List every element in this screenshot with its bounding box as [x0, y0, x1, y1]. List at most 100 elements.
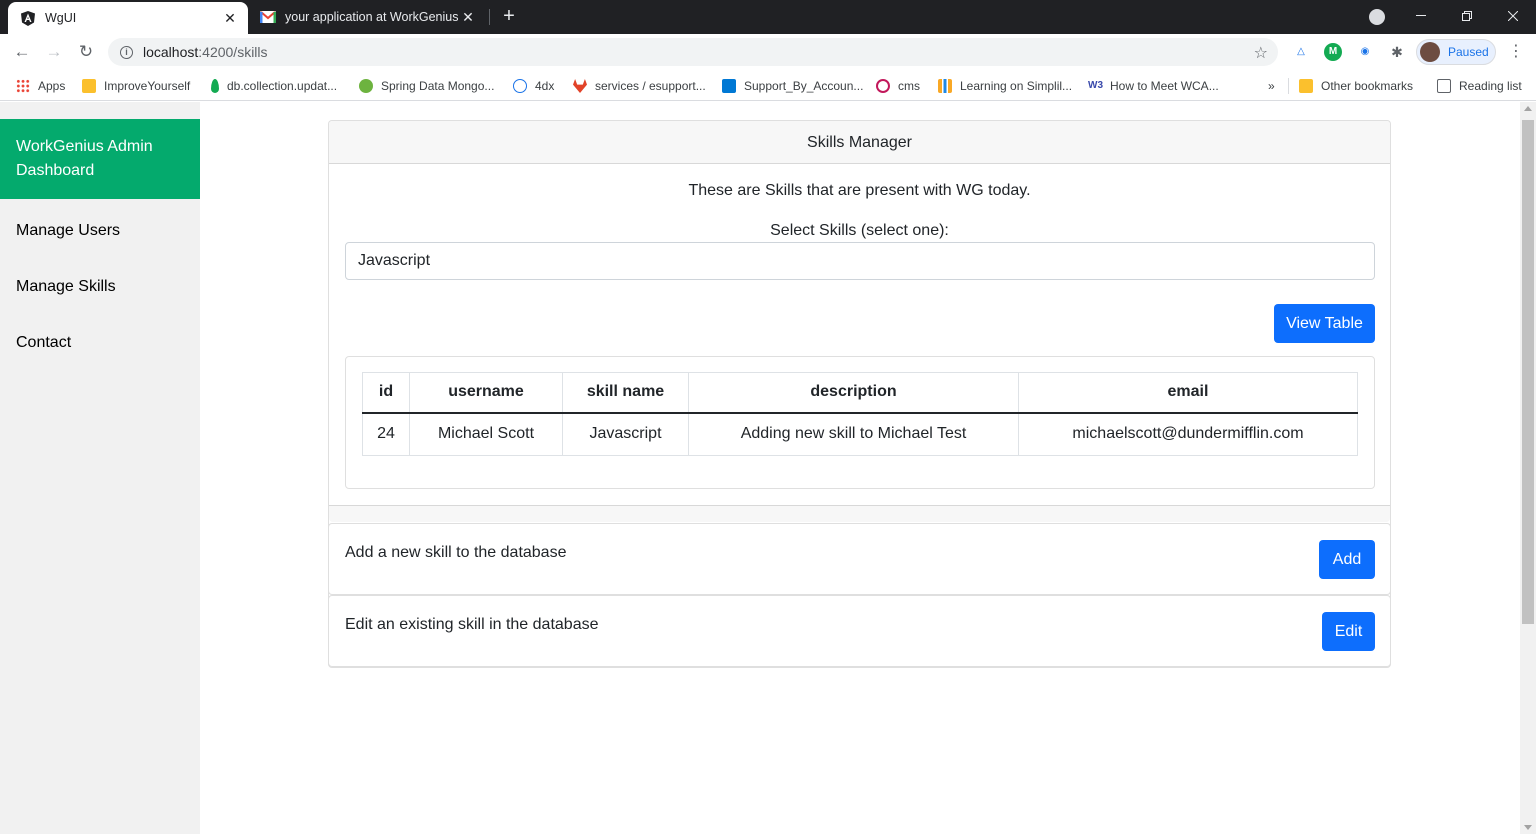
scroll-down-arrow-icon[interactable] [1524, 825, 1532, 830]
bookmarks-overflow[interactable]: » [1268, 77, 1275, 95]
tab-wgui[interactable]: WgUI ✕ [8, 2, 248, 34]
restore-icon[interactable] [1444, 0, 1490, 32]
bookmark-label: services / esupport... [595, 79, 706, 93]
bookmark-improveyourself[interactable]: ImproveYourself [82, 77, 190, 95]
add-skill-text: Add a new skill to the database [345, 544, 567, 561]
url-path: :4200/skills [198, 44, 268, 60]
bookmark-simplilearn[interactable]: Learning on Simplil... [938, 77, 1072, 95]
view-table-button[interactable]: View Table [1274, 304, 1375, 343]
apps-grid-icon [16, 79, 30, 93]
bookmark-apps[interactable]: Apps [16, 77, 65, 95]
tab-title: your application at WorkGenius [285, 10, 459, 24]
edit-button[interactable]: Edit [1322, 612, 1375, 651]
gitlab-icon [573, 79, 587, 93]
bookmark-wcag[interactable]: W3 How to Meet WCA... [1088, 77, 1219, 95]
tab-gmail[interactable]: your application at WorkGenius ✕ [250, 0, 486, 34]
browser-tab-strip: WgUI ✕ your application at WorkGenius ✕ … [0, 0, 1536, 34]
reading-list-icon [1437, 79, 1451, 93]
avatar [1420, 42, 1440, 62]
angular-icon [20, 10, 36, 26]
reading-list[interactable]: Reading list [1437, 77, 1522, 95]
bookmark-label: 4dx [535, 79, 555, 93]
column-header-skill-name: skill name [562, 372, 689, 414]
column-header-description: description [688, 372, 1019, 414]
dell-icon [513, 79, 527, 93]
bookmark-spring-data[interactable]: Spring Data Mongo... [359, 77, 494, 95]
skill-select[interactable]: Javascript [345, 242, 1375, 280]
bookmark-label: db.collection.updat... [227, 79, 338, 93]
column-header-id: id [362, 372, 410, 414]
add-skill-card: Add a new skill to the database Add [328, 523, 1391, 595]
column-header-username: username [409, 372, 563, 414]
folder-icon [82, 79, 96, 93]
cell-id: 24 [362, 412, 410, 456]
scrollbar-thumb[interactable] [1522, 120, 1534, 624]
edit-skill-text: Edit an existing skill in the database [345, 616, 599, 633]
tab-title: WgUI [45, 11, 77, 25]
bookmark-label: » [1268, 79, 1275, 93]
spring-icon [359, 79, 373, 93]
sidebar-item-contact[interactable]: Contact [0, 317, 200, 373]
cell-email: michaelscott@dundermifflin.com [1018, 412, 1358, 456]
screen-capture-extension-icon[interactable]: ◉ [1356, 43, 1374, 61]
drive-extension-icon[interactable]: △ [1292, 43, 1310, 61]
azure-devops-icon [722, 79, 736, 93]
page-content: WorkGenius Admin Dashboard Manage Users … [0, 102, 1520, 834]
bookmark-star-icon[interactable]: ☆ [1254, 43, 1268, 63]
bookmark-label: Spring Data Mongo... [381, 79, 495, 93]
back-icon[interactable]: ← [12, 42, 32, 62]
profile-button[interactable]: Paused [1416, 39, 1496, 65]
tab-search-icon[interactable] [1369, 9, 1385, 25]
bookmark-label: cms [898, 79, 920, 93]
mongodb-leaf-icon [211, 79, 219, 93]
profile-status: Paused [1448, 45, 1489, 59]
address-bar[interactable]: i localhost:4200/skills ☆ [108, 38, 1278, 66]
close-tab-icon[interactable]: ✕ [222, 10, 238, 26]
sidebar-item-manage-users[interactable]: Manage Users [0, 205, 200, 261]
w3-icon: W3 [1088, 80, 1103, 91]
cell-username: Michael Scott [409, 412, 563, 456]
mongodb-extension-icon[interactable]: M [1324, 43, 1342, 61]
scroll-up-arrow-icon[interactable] [1524, 106, 1532, 111]
panel-footer [329, 505, 1390, 522]
simplilearn-icon [938, 79, 952, 93]
bookmark-label: How to Meet WCA... [1110, 79, 1219, 93]
bookmark-label: Support_By_Accoun... [744, 79, 864, 93]
add-button[interactable]: Add [1319, 540, 1375, 579]
extensions-puzzle-icon[interactable]: ✱ [1388, 43, 1406, 61]
cms-icon [876, 79, 890, 93]
close-tab-icon[interactable]: ✕ [460, 9, 476, 25]
page-scrollbar[interactable] [1520, 102, 1536, 834]
reload-icon[interactable]: ↻ [76, 42, 96, 62]
sidebar-brand[interactable]: WorkGenius Admin Dashboard [0, 119, 200, 199]
site-info-icon[interactable]: i [120, 45, 133, 59]
table-header-row: id username skill name description email [362, 372, 1358, 414]
table-row: 24 Michael Scott Javascript Adding new s… [362, 412, 1358, 456]
sidebar-item-manage-skills[interactable]: Manage Skills [0, 261, 200, 317]
forward-icon[interactable]: → [44, 42, 64, 62]
bookmark-db-collection[interactable]: db.collection.updat... [208, 77, 337, 95]
intro-text: These are Skills that are present with W… [688, 182, 1031, 199]
bookmark-support-by-account[interactable]: Support_By_Accoun... [722, 77, 863, 95]
sidebar: WorkGenius Admin Dashboard Manage Users … [0, 102, 200, 834]
new-tab-icon[interactable]: + [499, 6, 519, 26]
select-skills-label: Select Skills (select one): [770, 222, 949, 239]
bookmark-other[interactable]: Other bookmarks [1299, 77, 1413, 95]
bookmark-label: Learning on Simplil... [960, 79, 1073, 93]
bookmark-services-esupport[interactable]: services / esupport... [573, 77, 706, 95]
browser-menu-icon[interactable]: ⋮ [1508, 43, 1524, 61]
tab-divider [489, 9, 490, 25]
minimize-icon[interactable] [1398, 0, 1444, 32]
browser-toolbar: ← → ↻ i localhost:4200/skills ☆ △ M ◉ ✱ … [0, 34, 1536, 70]
folder-icon [1299, 79, 1313, 93]
cell-description: Adding new skill to Michael Test [688, 412, 1019, 456]
bookmark-cms[interactable]: cms [876, 77, 920, 95]
panel-header: Skills Manager [329, 121, 1390, 164]
bookmark-4dx[interactable]: 4dx [513, 77, 554, 95]
bookmark-label: Reading list [1459, 79, 1522, 93]
url-host: localhost [143, 44, 199, 60]
column-header-email: email [1018, 372, 1358, 414]
close-window-icon[interactable] [1490, 0, 1536, 32]
bookmarks-divider [1288, 78, 1289, 94]
gmail-icon [260, 9, 276, 25]
